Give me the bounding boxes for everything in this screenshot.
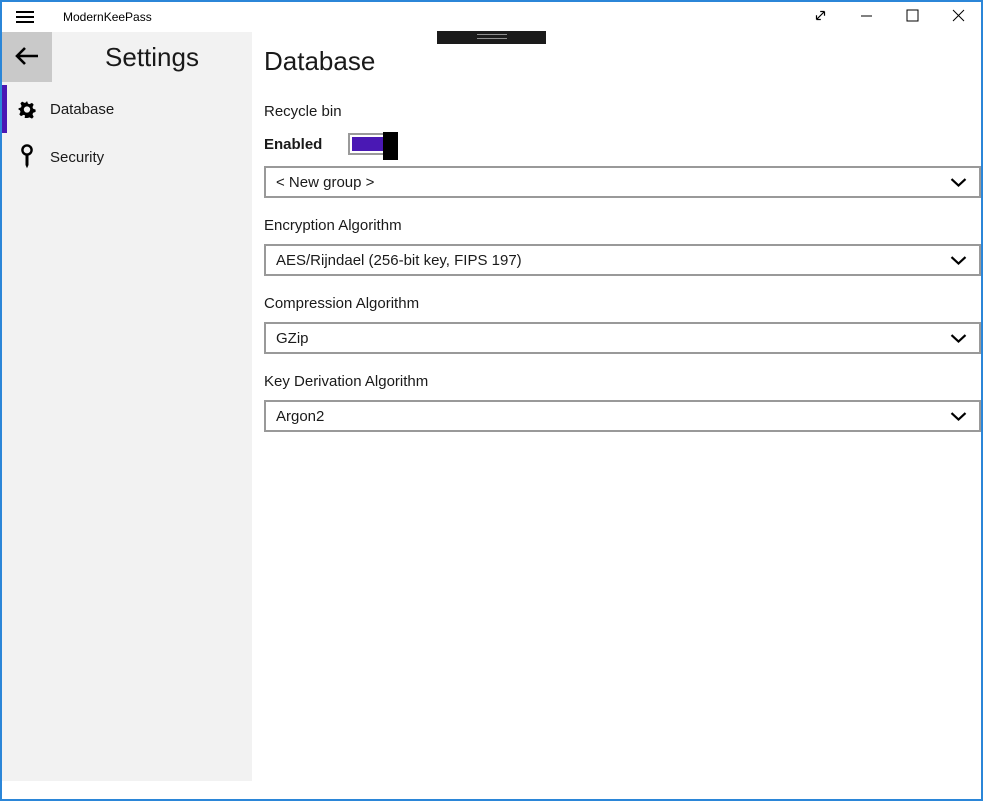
settings-sidebar: Settings Database: [2, 32, 252, 781]
selected-value: < New group >: [276, 174, 374, 191]
window-controls: [797, 2, 981, 32]
sidebar-header: Settings: [2, 32, 252, 82]
chevron-down-icon: [950, 331, 967, 348]
recycle-bin-toggle[interactable]: [348, 133, 398, 155]
sidebar-item-database[interactable]: Database: [2, 85, 252, 133]
sidebar-item-label: Database: [50, 101, 114, 118]
sidebar-item-label: Security: [50, 149, 104, 166]
selected-value: GZip: [276, 330, 309, 347]
toggle-thumb[interactable]: [383, 132, 398, 160]
selected-value: AES/Rijndael (256-bit key, FIPS 197): [276, 252, 522, 269]
minimize-button[interactable]: [843, 2, 889, 32]
back-arrow-icon: [14, 45, 40, 70]
titlebar: ModernKeePass: [2, 2, 981, 32]
chevron-down-icon: [950, 175, 967, 192]
chevron-down-icon: [950, 409, 967, 426]
encryption-algorithm-select[interactable]: AES/Rijndael (256-bit key, FIPS 197): [264, 244, 981, 276]
selection-indicator: [2, 85, 7, 133]
enabled-label: Enabled: [264, 136, 348, 153]
minimize-icon: [860, 9, 873, 25]
drag-handle-lines: [477, 34, 507, 39]
close-icon: [952, 9, 965, 25]
sidebar-nav: Database Security: [2, 85, 252, 181]
encryption-algorithm-label: Encryption Algorithm: [264, 216, 981, 236]
toggle-fill: [352, 137, 383, 151]
app-title: ModernKeePass: [63, 10, 152, 24]
key-icon: [17, 143, 37, 171]
hamburger-menu-button[interactable]: [15, 2, 35, 32]
compression-algorithm-label: Compression Algorithm: [264, 294, 981, 314]
selected-value: Argon2: [276, 408, 324, 425]
chevron-down-icon: [950, 253, 967, 270]
key-derivation-algorithm-select[interactable]: Argon2: [264, 400, 981, 432]
hamburger-icon: [16, 8, 34, 26]
close-button[interactable]: [935, 2, 981, 32]
maximize-icon: [906, 9, 919, 25]
recycle-bin-label: Recycle bin: [264, 102, 981, 122]
page-title: Database: [264, 46, 981, 76]
diagonal-resize-icon: [813, 8, 828, 26]
key-derivation-algorithm-label: Key Derivation Algorithm: [264, 372, 981, 392]
back-button[interactable]: [2, 32, 52, 82]
maximize-button[interactable]: [889, 2, 935, 32]
titlebar-overlay-bar: [437, 31, 546, 44]
recycle-bin-group-select[interactable]: < New group >: [264, 166, 981, 198]
database-settings-panel: Database Recycle bin Enabled < New group…: [252, 32, 981, 781]
compression-algorithm-select[interactable]: GZip: [264, 322, 981, 354]
app-window: ModernKeePass: [0, 0, 983, 801]
gear-icon: [17, 95, 37, 123]
recycle-bin-toggle-row: Enabled: [264, 131, 981, 157]
settings-page-title: Settings: [52, 32, 252, 82]
fullscreen-button[interactable]: [797, 2, 843, 32]
sidebar-item-security[interactable]: Security: [2, 133, 252, 181]
